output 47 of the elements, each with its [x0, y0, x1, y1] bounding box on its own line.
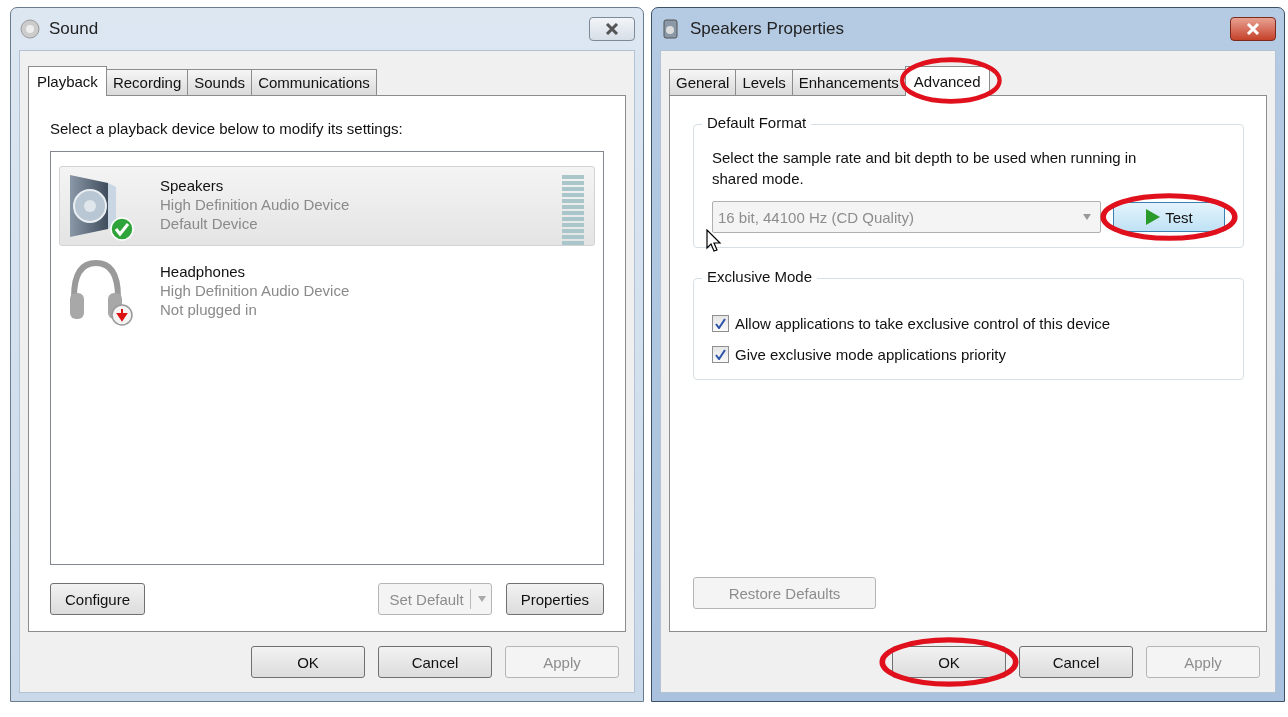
dialog-button[interactable]: OK [892, 646, 1006, 678]
device-status: Default Device [160, 215, 259, 232]
mouse-cursor-icon [706, 229, 722, 253]
close-icon [1245, 23, 1261, 35]
play-icon [1145, 208, 1162, 226]
device-description: High Definition Audio Device [160, 196, 351, 213]
group-title: Exclusive Mode [702, 268, 818, 285]
panel-button[interactable]: Properties [505, 583, 604, 615]
checkbox[interactable] [712, 315, 729, 332]
device-name: Speakers [160, 177, 225, 194]
close-button[interactable] [1230, 17, 1276, 41]
checkmark-icon [715, 318, 726, 329]
tab[interactable]: Enhancements [791, 69, 906, 95]
tab[interactable]: Levels [735, 69, 793, 95]
checkbox[interactable] [712, 346, 729, 363]
tab[interactable]: Sounds [187, 69, 253, 95]
tab[interactable]: Playback [28, 66, 107, 96]
caret-icon [476, 595, 487, 603]
device-item[interactable]: Headphones High Definition Audio Device Not plugged in [59, 252, 595, 332]
dialog-button[interactable]: Cancel [1019, 646, 1133, 678]
close-icon [604, 23, 620, 35]
caret-icon [1082, 213, 1092, 221]
device-item[interactable]: Speakers High Definition Audio Device Default Device [59, 166, 595, 246]
window-title: Sound [49, 19, 100, 39]
tab[interactable]: Advanced [904, 66, 990, 96]
description-text: Select the sample rate and bit depth to be used when running in shared mode. [712, 148, 1138, 189]
checkbox-label: Allow applications to take exclusive control of this device [735, 315, 1111, 332]
device-status: Not plugged in [160, 301, 258, 318]
close-button[interactable] [589, 17, 635, 41]
dialog-button[interactable]: OK [251, 646, 365, 678]
tab[interactable]: Communications [251, 69, 377, 95]
test-button[interactable]: Test [1113, 202, 1225, 232]
checkbox-label: Give exclusive mode applications priority [735, 346, 1006, 363]
device-description: High Definition Audio Device [160, 282, 351, 299]
device-name: Headphones [160, 263, 247, 280]
dialog-button[interactable]: Cancel [378, 646, 492, 678]
button-label: Test [1165, 208, 1193, 226]
instruction-text: Select a playback device below to modify its settings: [50, 120, 404, 137]
window-title: Speakers Properties [690, 19, 846, 39]
dropdown-value: 16 bit, 44100 Hz (CD Quality) [718, 208, 914, 226]
button-label: Set Default [389, 590, 464, 608]
group-title: Default Format [702, 114, 812, 131]
panel-button[interactable]: Configure [50, 583, 146, 615]
tab[interactable]: General [669, 69, 737, 95]
checkmark-icon [715, 349, 726, 360]
volume-meter [562, 175, 584, 245]
tab[interactable]: Recording [105, 69, 189, 95]
